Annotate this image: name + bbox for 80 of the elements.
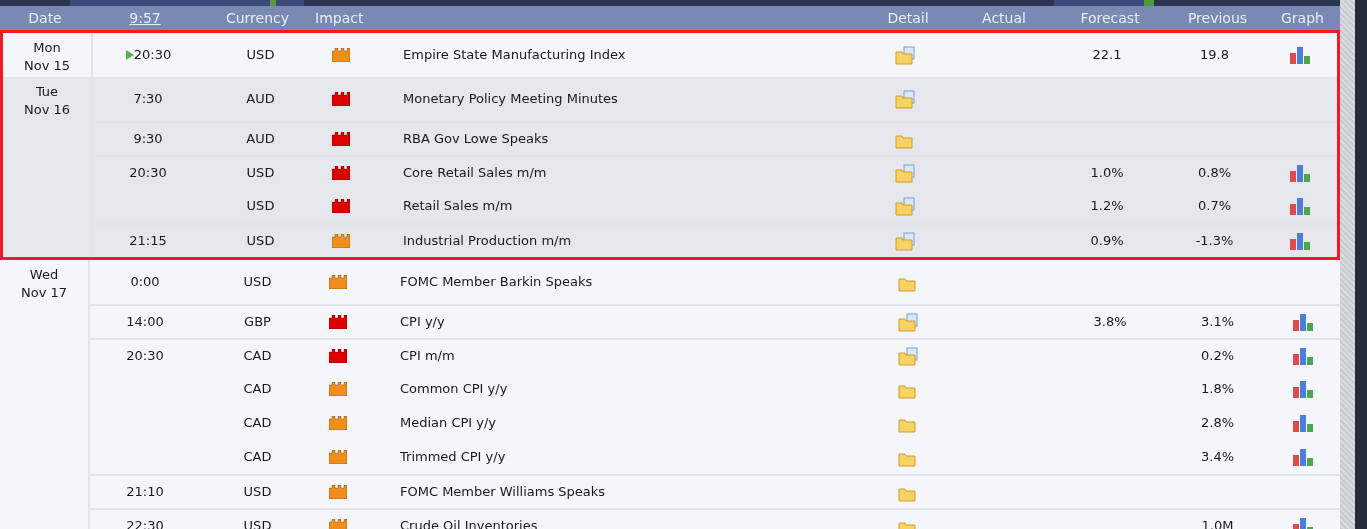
event-time: 21:15 xyxy=(129,232,167,251)
previous-value: 0.7% xyxy=(1198,197,1231,216)
currency-code: CAD xyxy=(243,414,272,433)
currency-code: USD xyxy=(246,232,275,251)
column-header: Date xyxy=(27,8,63,28)
bar-chart-icon[interactable] xyxy=(1289,164,1310,182)
event-title[interactable]: Core Retail Sales m/m xyxy=(403,165,547,181)
previous-value: -1.3% xyxy=(1195,232,1234,251)
event-title[interactable]: FOMC Member Williams Speaks xyxy=(400,484,606,500)
event-time: 20:30 xyxy=(133,46,172,65)
event-title[interactable]: Common CPI y/y xyxy=(400,381,508,397)
folder-document-icon[interactable] xyxy=(895,196,915,216)
currency-code: AUD xyxy=(246,90,275,109)
previous-value: 1.8% xyxy=(1201,380,1234,399)
day-label: Wed xyxy=(28,266,60,284)
folder-document-icon[interactable] xyxy=(895,45,915,65)
column-header: Forecast xyxy=(1079,8,1141,28)
currency-code: USD xyxy=(246,46,275,65)
event-time: 21:10 xyxy=(126,483,164,502)
folder-document-icon[interactable] xyxy=(895,231,915,251)
currency-code: CAD xyxy=(243,380,272,399)
event-title[interactable]: FOMC Member Barkin Speaks xyxy=(400,274,593,290)
bar-chart-icon[interactable] xyxy=(1292,313,1313,331)
bar-chart-icon[interactable] xyxy=(1289,46,1310,64)
previous-value: 3.4% xyxy=(1201,448,1234,467)
forecast-value: 0.9% xyxy=(1090,232,1124,251)
event-title[interactable]: CPI y/y xyxy=(400,314,445,330)
previous-value: 0.2% xyxy=(1201,347,1234,366)
day-label: Tue xyxy=(34,83,60,101)
event-title[interactable]: Retail Sales m/m xyxy=(403,198,513,214)
forecast-value: 1.2% xyxy=(1090,197,1124,216)
event-time: 14:00 xyxy=(126,313,164,332)
day-label: Mon xyxy=(32,39,62,57)
bar-chart-icon[interactable] xyxy=(1292,380,1313,398)
event-title[interactable]: CPI m/m xyxy=(400,348,455,364)
previous-value: 3.1% xyxy=(1201,313,1234,332)
forecast-value: 1.0% xyxy=(1090,164,1124,183)
event-time: 20:30 xyxy=(129,164,167,183)
date-label: Nov 15 xyxy=(22,57,71,75)
bar-chart-icon[interactable] xyxy=(1292,347,1313,365)
event-title[interactable]: Monetary Policy Meeting Minutes xyxy=(403,91,618,107)
column-header: Detail xyxy=(886,8,930,28)
column-header: Previous xyxy=(1186,8,1249,28)
column-header: Currency xyxy=(224,8,291,28)
bar-chart-icon[interactable] xyxy=(1292,517,1313,529)
event-title[interactable]: Trimmed CPI y/y xyxy=(400,449,506,465)
currency-code: USD xyxy=(243,483,272,502)
folder-document-icon[interactable] xyxy=(895,163,915,183)
currency-code: CAD xyxy=(243,448,272,467)
currency-code: USD xyxy=(246,197,275,216)
folder-document-icon[interactable] xyxy=(895,89,915,109)
event-time: 7:30 xyxy=(133,90,163,109)
previous-value: 0.8% xyxy=(1198,164,1231,183)
event-time: 20:30 xyxy=(126,347,164,366)
folder-document-icon[interactable] xyxy=(898,312,918,332)
currency-code: USD xyxy=(243,273,272,292)
bar-chart-icon[interactable] xyxy=(1292,414,1313,432)
scrollbar-track[interactable] xyxy=(1340,0,1355,529)
column-header: Actual xyxy=(981,8,1027,28)
currency-code: GBP xyxy=(244,313,271,332)
previous-value: 2.8% xyxy=(1201,414,1234,433)
folder-document-icon[interactable] xyxy=(898,346,918,366)
forecast-value: 22.1 xyxy=(1092,46,1122,65)
event-title[interactable]: RBA Gov Lowe Speaks xyxy=(403,131,549,147)
bar-chart-icon[interactable] xyxy=(1292,448,1313,466)
event-time: 0:00 xyxy=(130,273,160,292)
event-title[interactable]: Median CPI y/y xyxy=(400,415,497,431)
date-label: Nov 17 xyxy=(19,284,68,302)
forecast-value: 3.8% xyxy=(1093,313,1127,332)
bar-chart-icon[interactable] xyxy=(1289,232,1310,250)
event-title[interactable]: Empire State Manufacturing Index xyxy=(403,47,626,63)
column-header: Graph xyxy=(1280,8,1325,28)
event-title[interactable]: Industrial Production m/m xyxy=(403,233,572,249)
previous-value: 19.8 xyxy=(1200,46,1229,65)
event-time: 9:30 xyxy=(133,130,163,149)
bar-chart-icon[interactable] xyxy=(1289,197,1310,215)
currency-code: AUD xyxy=(246,130,275,149)
currency-code: USD xyxy=(246,164,275,183)
date-label: Nov 16 xyxy=(22,101,71,119)
currency-code: CAD xyxy=(243,347,272,366)
